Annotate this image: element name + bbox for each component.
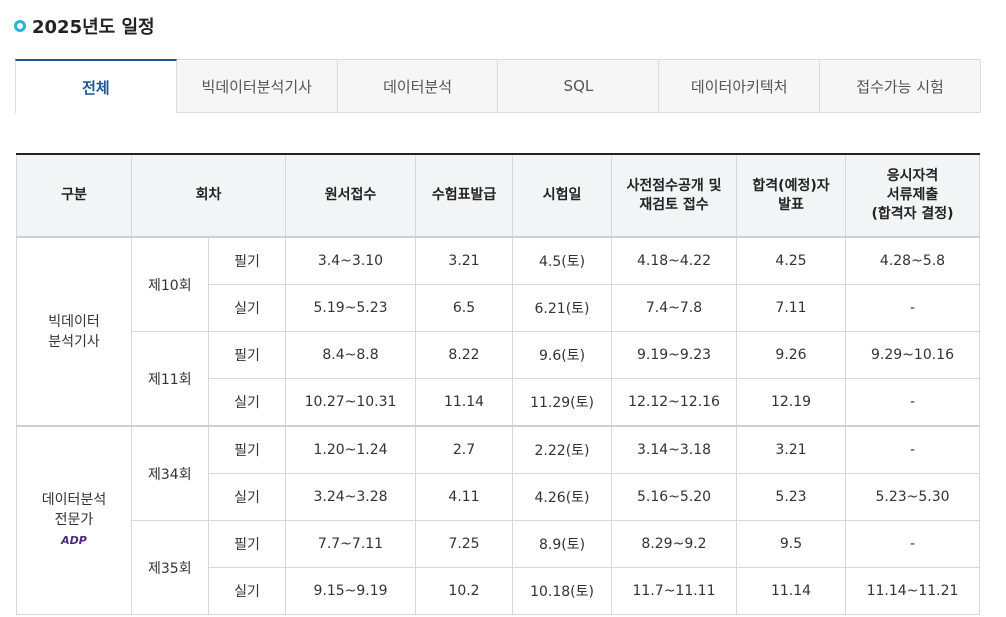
cell-ticket: 7.25 xyxy=(415,520,514,568)
cell-ticket: 3.21 xyxy=(415,236,514,285)
cell-pre-score: 11.7~11.11 xyxy=(611,567,738,615)
cell-exam-date: 6.21(토) xyxy=(512,284,613,332)
cell-application: 3.4~3.10 xyxy=(285,236,417,285)
cell-exam-date: 11.29(토) xyxy=(512,378,613,427)
cell-pre-score: 9.19~9.23 xyxy=(611,331,738,379)
exam-type: 필기 xyxy=(207,236,287,285)
exam-type: 실기 xyxy=(207,567,287,615)
exam-type: 실기 xyxy=(207,378,287,427)
adp-logo: ADP xyxy=(61,534,87,547)
cell-exam-date: 9.6(토) xyxy=(512,331,613,379)
header-round: 회차 xyxy=(130,154,287,238)
cell-result: 4.25 xyxy=(736,236,847,285)
cell-exam-date: 4.5(토) xyxy=(512,236,613,285)
tab-all[interactable]: 전체 xyxy=(15,59,177,113)
exam-tabs: 전체 빅데이터분석기사 데이터분석 SQL 데이터아키텍처 접수가능 시험 xyxy=(15,59,981,113)
tab-data-architecture[interactable]: 데이터아키텍처 xyxy=(659,59,821,113)
cell-exam-date: 8.9(토) xyxy=(512,520,613,568)
round-label: 제34회 xyxy=(131,425,209,521)
cell-result: 12.19 xyxy=(736,378,847,427)
cell-pre-score: 7.4~7.8 xyxy=(611,284,738,332)
exam-name-bigdata: 빅데이터 분석기사 xyxy=(16,236,132,427)
cell-ticket: 6.5 xyxy=(415,284,514,332)
cell-pre-score: 12.12~12.16 xyxy=(611,378,738,427)
exam-type: 필기 xyxy=(207,520,287,568)
exam-name-adp: 데이터분석 전문가 ADP xyxy=(16,425,132,615)
exam-type: 실기 xyxy=(207,473,287,521)
cell-application: 3.24~3.28 xyxy=(285,473,417,521)
schedule-table: 구분 회차 원서접수 수험표발급 시험일 사전점수공개 및 재검토 접수 합격(예… xyxy=(16,153,981,615)
header-pre-score: 사전점수공개 및 재검토 접수 xyxy=(611,154,738,238)
tab-bigdata[interactable]: 빅데이터분석기사 xyxy=(176,59,338,113)
cell-application: 10.27~10.31 xyxy=(285,378,417,427)
round-label: 제10회 xyxy=(131,236,209,332)
cell-docs: - xyxy=(845,425,981,474)
header-row: 구분 회차 원서접수 수험표발급 시험일 사전점수공개 및 재검토 접수 합격(예… xyxy=(16,154,981,238)
exam-type: 필기 xyxy=(207,425,287,474)
cell-result: 11.14 xyxy=(736,567,847,615)
cell-docs: - xyxy=(845,284,981,332)
cell-ticket: 10.2 xyxy=(415,567,514,615)
exam-type: 실기 xyxy=(207,284,287,332)
cell-docs: 11.14~11.21 xyxy=(845,567,981,615)
cell-result: 5.23 xyxy=(736,473,847,521)
header-docs: 응시자격 서류제출 (합격자 결정) xyxy=(845,154,981,238)
cell-ticket: 8.22 xyxy=(415,331,514,379)
round-label: 제11회 xyxy=(131,331,209,427)
cell-result: 7.11 xyxy=(736,284,847,332)
cell-exam-date: 4.26(토) xyxy=(512,473,613,521)
tab-available-exams[interactable]: 접수가능 시험 xyxy=(820,59,981,113)
cell-exam-date: 10.18(토) xyxy=(512,567,613,615)
cell-exam-date: 2.22(토) xyxy=(512,425,613,474)
header-result: 합격(예정)자 발표 xyxy=(736,154,847,238)
table-row: 데이터분석 전문가 ADP 제34회 필기 1.20~1.24 2.7 2.22(토… xyxy=(16,425,981,615)
header-category: 구분 xyxy=(16,154,132,238)
tab-data-analysis[interactable]: 데이터분석 xyxy=(337,59,499,113)
cell-result: 3.21 xyxy=(736,425,847,474)
round-label: 제35회 xyxy=(131,520,209,615)
cell-pre-score: 4.18~4.22 xyxy=(611,236,738,285)
header-application: 원서접수 xyxy=(285,154,417,238)
cell-docs: 4.28~5.8 xyxy=(845,236,981,285)
cell-application: 7.7~7.11 xyxy=(285,520,417,568)
cell-application: 1.20~1.24 xyxy=(285,425,417,474)
cell-result: 9.5 xyxy=(736,520,847,568)
cell-result: 9.26 xyxy=(736,331,847,379)
header-exam-date: 시험일 xyxy=(512,154,613,238)
tab-sql[interactable]: SQL xyxy=(498,59,660,113)
cell-application: 9.15~9.19 xyxy=(285,567,417,615)
page-title: 2025년도 일정 xyxy=(14,12,155,40)
cell-ticket: 11.14 xyxy=(415,378,514,427)
cell-pre-score: 5.16~5.20 xyxy=(611,473,738,521)
cell-application: 8.4~8.8 xyxy=(285,331,417,379)
bullet-icon xyxy=(14,20,26,32)
table-row: 빅데이터 분석기사 제10회 필기 3.4~3.10 3.21 4.5(토) 4.… xyxy=(16,236,981,427)
cell-ticket: 2.7 xyxy=(415,425,514,474)
cell-pre-score: 3.14~3.18 xyxy=(611,425,738,474)
exam-type: 필기 xyxy=(207,331,287,379)
cell-application: 5.19~5.23 xyxy=(285,284,417,332)
table-row: 제11회 필기 8.4~8.8 8.22 9.6(토) 9.19~9.23 9.… xyxy=(17,331,981,427)
cell-docs: 9.29~10.16 xyxy=(845,331,981,379)
header-ticket: 수험표발급 xyxy=(415,154,514,238)
cell-ticket: 4.11 xyxy=(415,473,514,521)
cell-pre-score: 8.29~9.2 xyxy=(611,520,738,568)
page-title-text: 2025년도 일정 xyxy=(32,17,155,38)
cell-docs: - xyxy=(845,520,981,568)
cell-docs: - xyxy=(845,378,981,427)
cell-docs: 5.23~5.30 xyxy=(845,473,981,521)
table-row: 제35회 필기 7.7~7.11 7.25 8.9(토) 8.29~9.2 9.… xyxy=(17,520,981,615)
